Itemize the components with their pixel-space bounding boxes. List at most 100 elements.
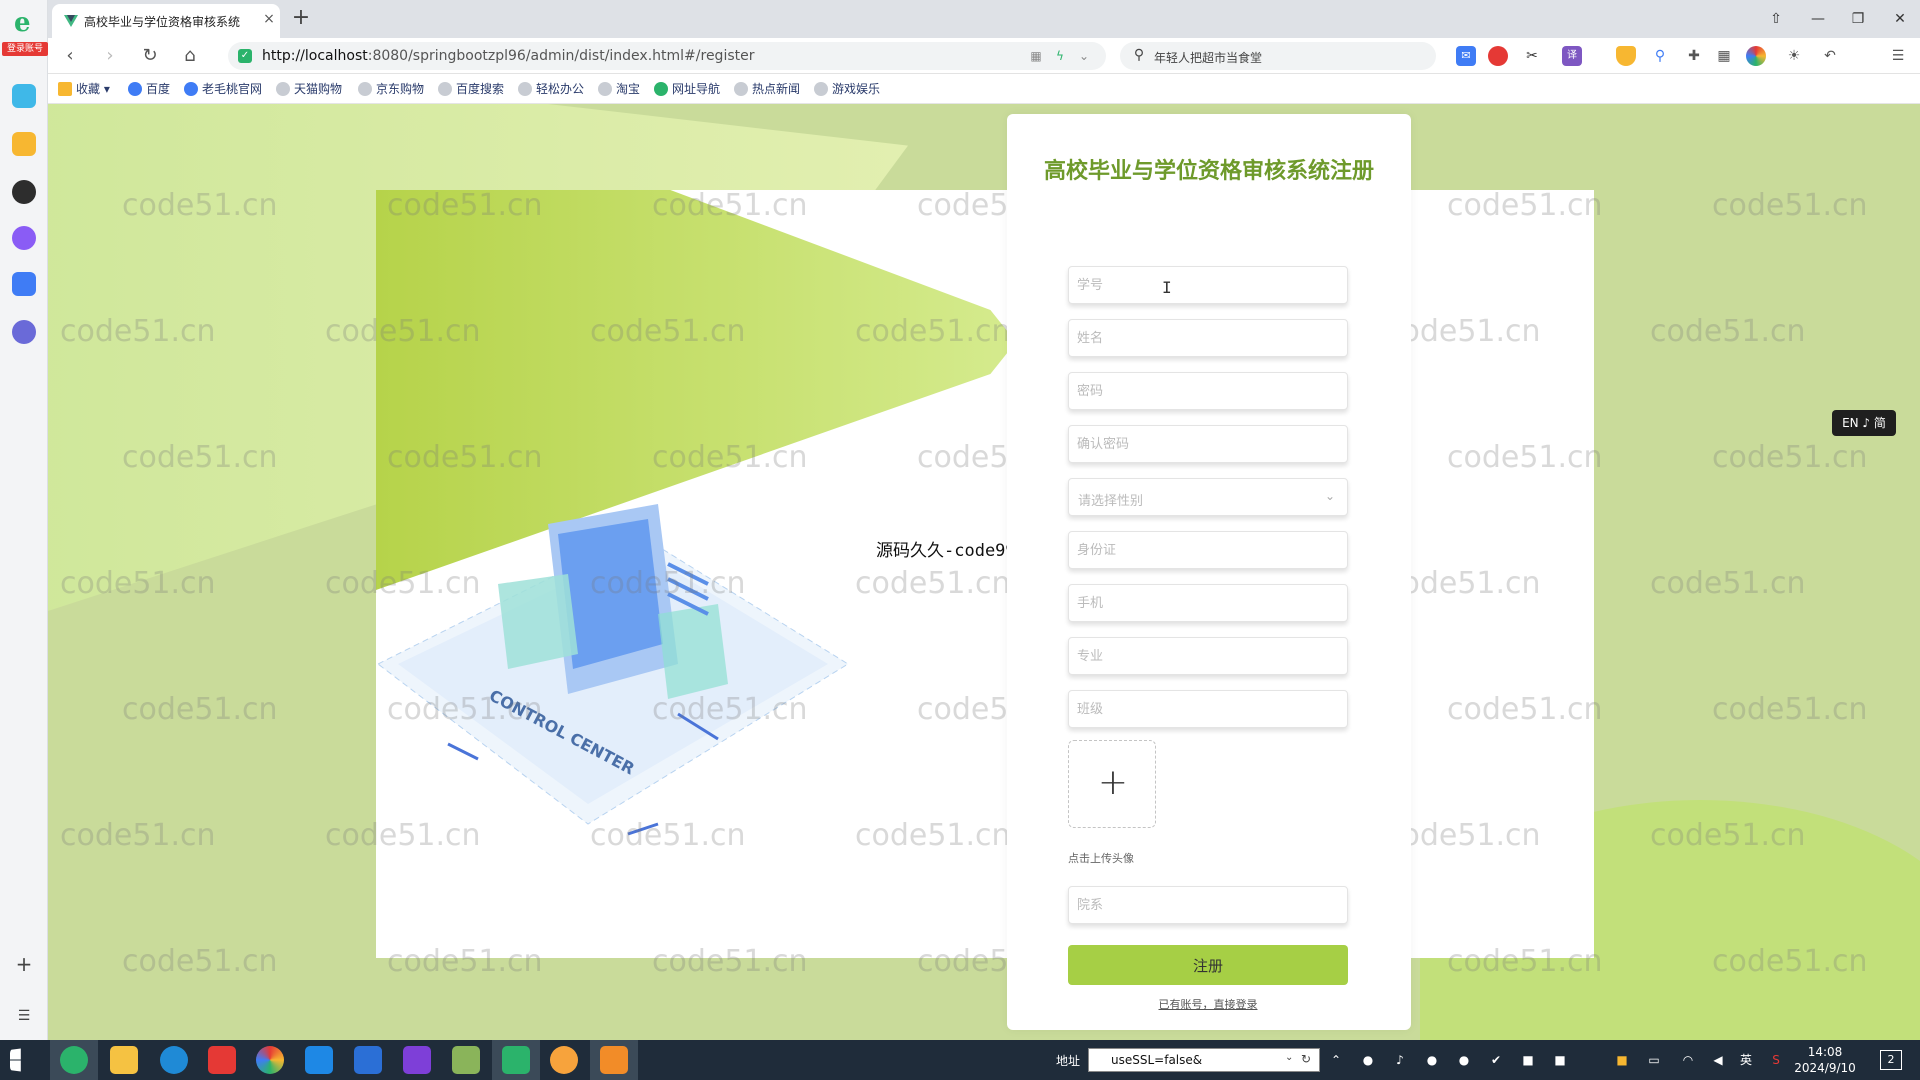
chrome-icon[interactable] [256,1046,284,1074]
bookmark-games[interactable]: 游戏娱乐 [814,80,880,98]
chevron-down-icon[interactable]: ⌄ [1285,1052,1299,1068]
bookmark-laomaotao[interactable]: 老毛桃官网 [184,80,262,98]
magnifier-icon[interactable]: ⚲ [1650,46,1670,66]
browser-logo[interactable]: e 登录账号 [2,10,48,56]
class-input[interactable] [1068,690,1348,728]
gender-select[interactable]: 请选择性别 ⌄ [1068,478,1348,516]
restore-icon[interactable]: ❐ [1846,8,1870,30]
tray-check-icon[interactable]: ✔ [1488,1052,1504,1068]
name-input[interactable] [1068,319,1348,357]
bookmark-favorites[interactable]: 收藏 ▾ [58,80,110,98]
sublime-icon[interactable] [600,1046,628,1074]
register-button[interactable]: 注册 [1068,945,1348,985]
qr-icon[interactable]: ▦ [1028,48,1044,64]
ime-indicator[interactable]: EN ♪ 简 [1832,410,1896,436]
tab-close-icon[interactable]: × [260,10,278,28]
refresh-icon[interactable]: ↻ [1301,1052,1317,1068]
intellij-icon[interactable] [403,1046,431,1074]
menu-icon[interactable]: ☰ [1888,46,1908,66]
tab-register[interactable]: 高校毕业与学位资格审核系统 × [52,4,280,38]
tray-up-icon[interactable]: ⌃ [1328,1052,1344,1068]
login-account-badge[interactable]: 登录账号 [2,42,48,56]
clock-date: 2024/9/10 [1794,1061,1856,1075]
tray-app-icon[interactable]: ● [1360,1052,1376,1068]
pin-icon[interactable]: ⇧ [1764,8,1788,30]
student-id-input[interactable] [1068,266,1348,304]
translate-icon[interactable] [12,84,36,108]
file-explorer-icon[interactable] [110,1046,138,1074]
brightness-icon[interactable]: ☀ [1784,46,1804,66]
app-icon[interactable] [550,1046,578,1074]
list-icon[interactable]: ☰ [14,1006,34,1026]
word-icon[interactable] [354,1046,382,1074]
url-field[interactable]: ✓ http://localhost:8080/springbootzpl96/… [228,42,1106,70]
add-icon[interactable]: + [14,954,34,974]
microphone-icon[interactable]: ♪ [1392,1052,1408,1068]
forward-icon[interactable]: › [98,44,122,68]
ai-icon[interactable] [12,272,36,296]
battery-icon[interactable]: ▭ [1646,1052,1662,1068]
password-input[interactable] [1068,372,1348,410]
wps-icon[interactable] [208,1046,236,1074]
tool-icon[interactable] [452,1046,480,1074]
bookmark-baidu-search[interactable]: 百度搜索 [438,80,504,98]
star-icon [58,82,72,96]
grid-icon[interactable]: ▦ [1714,46,1734,66]
translate-tool-icon[interactable]: 译 [1562,46,1582,66]
reload-icon[interactable]: ↻ [138,44,162,68]
sogou-icon[interactable]: S [1768,1052,1784,1068]
color-circle-icon[interactable] [1746,46,1766,66]
chevron-down-icon[interactable]: ⌄ [1076,48,1092,64]
taskbar-clock[interactable]: 14:08 2024/9/10 [1790,1044,1860,1076]
secure-shield-icon: ✓ [238,49,252,63]
minimize-icon[interactable]: — [1806,8,1830,30]
new-tab-button[interactable]: + [288,5,314,31]
bookmark-baidu[interactable]: 百度 [128,80,170,98]
taskbar-address-input[interactable]: useSSL=false& ⌄ ↻ [1088,1048,1320,1072]
ai-assistant-icon[interactable] [12,226,36,250]
tray-app-icon[interactable]: ■ [1552,1052,1568,1068]
bookmark-nav[interactable]: 网址导航 [654,80,720,98]
bookmark-news[interactable]: 热点新闻 [734,80,800,98]
avatar-upload[interactable]: + [1068,740,1156,828]
tray-people-icon[interactable]: ● [1424,1052,1440,1068]
windows-start-icon[interactable] [10,1048,21,1072]
id-card-input[interactable] [1068,531,1348,569]
extension-icon[interactable]: ✚ [1684,46,1704,66]
tray-app-icon[interactable]: ■ [1520,1052,1536,1068]
game-icon[interactable] [12,180,36,204]
weibo-icon[interactable] [1488,46,1508,66]
bookmark-office[interactable]: 轻松办公 [518,80,584,98]
department-input[interactable] [1068,886,1348,924]
edge-icon[interactable] [160,1046,188,1074]
home-icon[interactable]: ⌂ [178,44,202,68]
vscode-icon[interactable] [305,1046,333,1074]
wechat-icon[interactable] [502,1046,530,1074]
wifi-icon[interactable]: ◠ [1680,1052,1696,1068]
bookmark-jd[interactable]: 京东购物 [358,80,424,98]
major-input[interactable] [1068,637,1348,675]
favorites-star-icon[interactable] [12,132,36,156]
scissors-icon[interactable]: ✂ [1522,46,1542,66]
baidu-icon [128,82,142,96]
bookmark-tmall[interactable]: 天猫购物 [276,80,342,98]
search-suggestion: 年轻人把超市当食堂 [1154,51,1263,65]
tray-people-icon[interactable]: ● [1456,1052,1472,1068]
notification-badge[interactable]: 2 [1880,1050,1902,1070]
robot-icon[interactable] [12,320,36,344]
browser-taskbar-icon[interactable] [60,1046,88,1074]
undo-icon[interactable]: ↶ [1820,46,1840,66]
input-lang-icon[interactable]: 英 [1738,1052,1754,1068]
confirm-password-input[interactable] [1068,425,1348,463]
bookmark-taobao[interactable]: 淘宝 [598,80,640,98]
shield-icon[interactable] [1616,46,1636,66]
tray-app-icon[interactable]: ■ [1614,1052,1630,1068]
back-icon[interactable]: ‹ [58,44,82,68]
mail-icon[interactable]: ✉ [1456,46,1476,66]
login-link[interactable]: 已有账号，直接登录 [1068,996,1348,1012]
search-field[interactable]: ⚲ 年轻人把超市当食堂 [1120,42,1436,70]
volume-icon[interactable]: ◀ [1710,1052,1726,1068]
phone-input[interactable] [1068,584,1348,622]
lightning-icon[interactable]: ϟ [1052,48,1068,64]
close-window-icon[interactable]: ✕ [1888,8,1912,30]
